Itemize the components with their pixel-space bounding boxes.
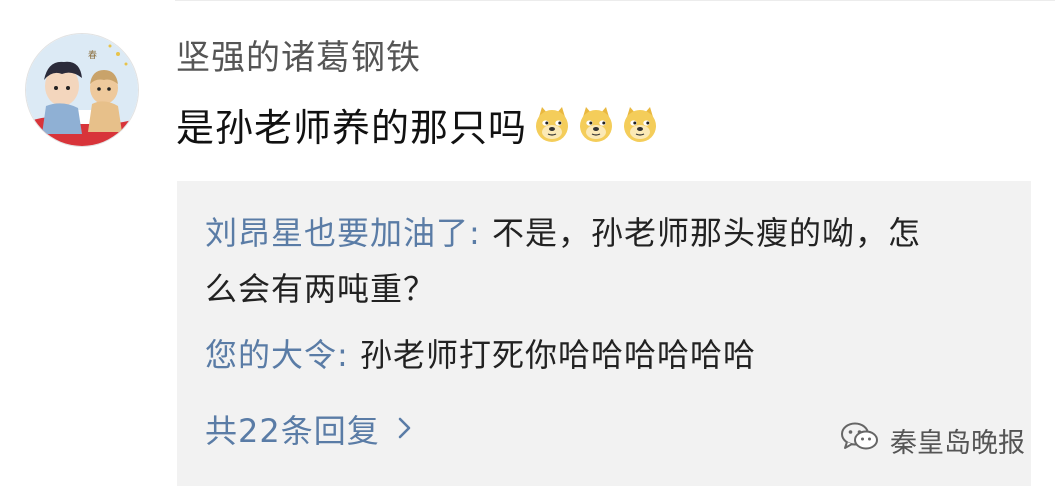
user-avatar[interactable]: 春 xyxy=(25,33,139,147)
svg-text:春: 春 xyxy=(88,49,97,61)
comment-text-row: 是孙老师养的那只吗 xyxy=(176,96,659,152)
reply-separator: : xyxy=(337,336,360,374)
reply-separator: : xyxy=(469,214,492,252)
comment-text: 是孙老师养的那只吗 xyxy=(176,105,528,150)
reply-text: 孙老师打死你哈哈哈哈哈哈 xyxy=(359,336,756,374)
chevron-right-icon xyxy=(398,410,412,448)
wechat-icon xyxy=(840,421,880,460)
doge-emoji xyxy=(577,105,615,143)
comment-author[interactable]: 坚强的诸葛钢铁 xyxy=(176,34,421,82)
reply-item[interactable]: 刘昂星也要加油了: 不是，孙老师那头瘦的呦，怎么会有两吨重？ xyxy=(205,205,935,317)
reply-item[interactable]: 您的大令: 孙老师打死你哈哈哈哈哈哈 xyxy=(205,327,935,383)
more-replies-link[interactable]: 共22条回复 xyxy=(205,401,412,457)
watermark-text: 秦皇岛晚报 xyxy=(890,427,1025,459)
reply-author[interactable]: 您的大令 xyxy=(205,336,337,374)
doge-emoji xyxy=(533,105,571,143)
doge-emoji xyxy=(621,105,659,143)
more-replies-label: 共22条回复 xyxy=(205,412,380,450)
reply-author[interactable]: 刘昂星也要加油了 xyxy=(205,214,469,252)
top-divider xyxy=(175,0,1055,1)
watermark: 秦皇岛晚报 xyxy=(840,418,1025,462)
